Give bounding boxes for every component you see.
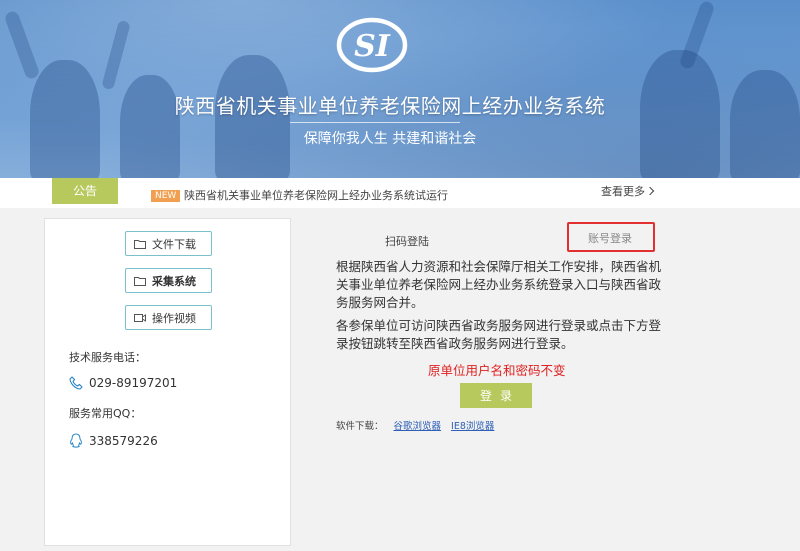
- site-title: 陕西省机关事业单位养老保险网上经办业务系统: [174, 94, 606, 118]
- view-more-label: 查看更多: [601, 185, 645, 198]
- sidebar-card: 文件下载 采集系统 操作视频 技术服务电话： 029-89197201 服务常用…: [44, 218, 291, 546]
- si-logo-icon: SI: [336, 17, 408, 73]
- chevron-right-icon: [645, 186, 655, 196]
- login-description-1: 根据陕西省人力资源和社会保障厅相关工作安排，陕西省机关事业单位养老保险网上经办业…: [336, 259, 662, 310]
- operation-video-button[interactable]: 操作视频: [125, 305, 212, 330]
- file-download-button[interactable]: 文件下载: [125, 231, 212, 256]
- header-banner: SI 陕西省机关事业单位养老保险网上经办业务系统 保障你我人生 共建和谐社会: [0, 0, 800, 178]
- credentials-warning: 原单位用户名和密码不变: [428, 363, 566, 378]
- collection-system-button[interactable]: 采集系统: [125, 268, 212, 293]
- svg-text:SI: SI: [354, 29, 391, 64]
- operation-video-label: 操作视频: [152, 311, 196, 325]
- new-badge: NEW: [151, 190, 181, 202]
- qq-row: 338579226: [69, 433, 158, 448]
- file-download-label: 文件下载: [152, 237, 196, 251]
- ie8-download-link[interactable]: IE8浏览器: [451, 418, 494, 432]
- title-divider: [290, 122, 460, 123]
- tab-account-login[interactable]: 账号登录: [588, 230, 632, 246]
- phone-label: 技术服务电话：: [69, 351, 146, 364]
- login-description-2: 各参保单位可访问陕西省政务服务网进行登录或点击下方登录按钮跳转至陕西省政务服务网…: [336, 318, 662, 351]
- collection-system-label: 采集系统: [152, 274, 196, 288]
- video-icon: [134, 313, 146, 322]
- notice-bar: 公告 NEW 陕西省机关事业单位养老保险网上经办业务系统试运行 查看更多: [0, 178, 800, 208]
- qq-label: 服务常用QQ：: [69, 407, 142, 420]
- banner-figure: [30, 60, 100, 178]
- login-button[interactable]: 登录: [460, 383, 532, 408]
- notice-tab[interactable]: 公告: [52, 178, 118, 204]
- tab-qr-login[interactable]: 扫码登陆: [385, 233, 429, 249]
- site-slogan: 保障你我人生 共建和谐社会: [303, 131, 477, 147]
- phone-row: 029-89197201: [69, 376, 177, 390]
- folder-icon: [134, 276, 146, 286]
- phone-number: 029-89197201: [89, 376, 178, 390]
- phone-icon: [69, 376, 83, 390]
- notice-link[interactable]: 陕西省机关事业单位养老保险网上经办业务系统试运行: [184, 187, 448, 203]
- view-more-link[interactable]: 查看更多: [601, 183, 655, 199]
- qq-number: 338579226: [89, 433, 158, 448]
- banner-figure: [730, 70, 800, 178]
- software-download-row: 软件下载： 谷歌浏览器 IE8浏览器: [336, 418, 494, 432]
- chrome-download-link[interactable]: 谷歌浏览器: [394, 418, 442, 432]
- folder-icon: [134, 239, 146, 249]
- qq-icon: [70, 433, 82, 448]
- download-label: 软件下载：: [336, 421, 384, 432]
